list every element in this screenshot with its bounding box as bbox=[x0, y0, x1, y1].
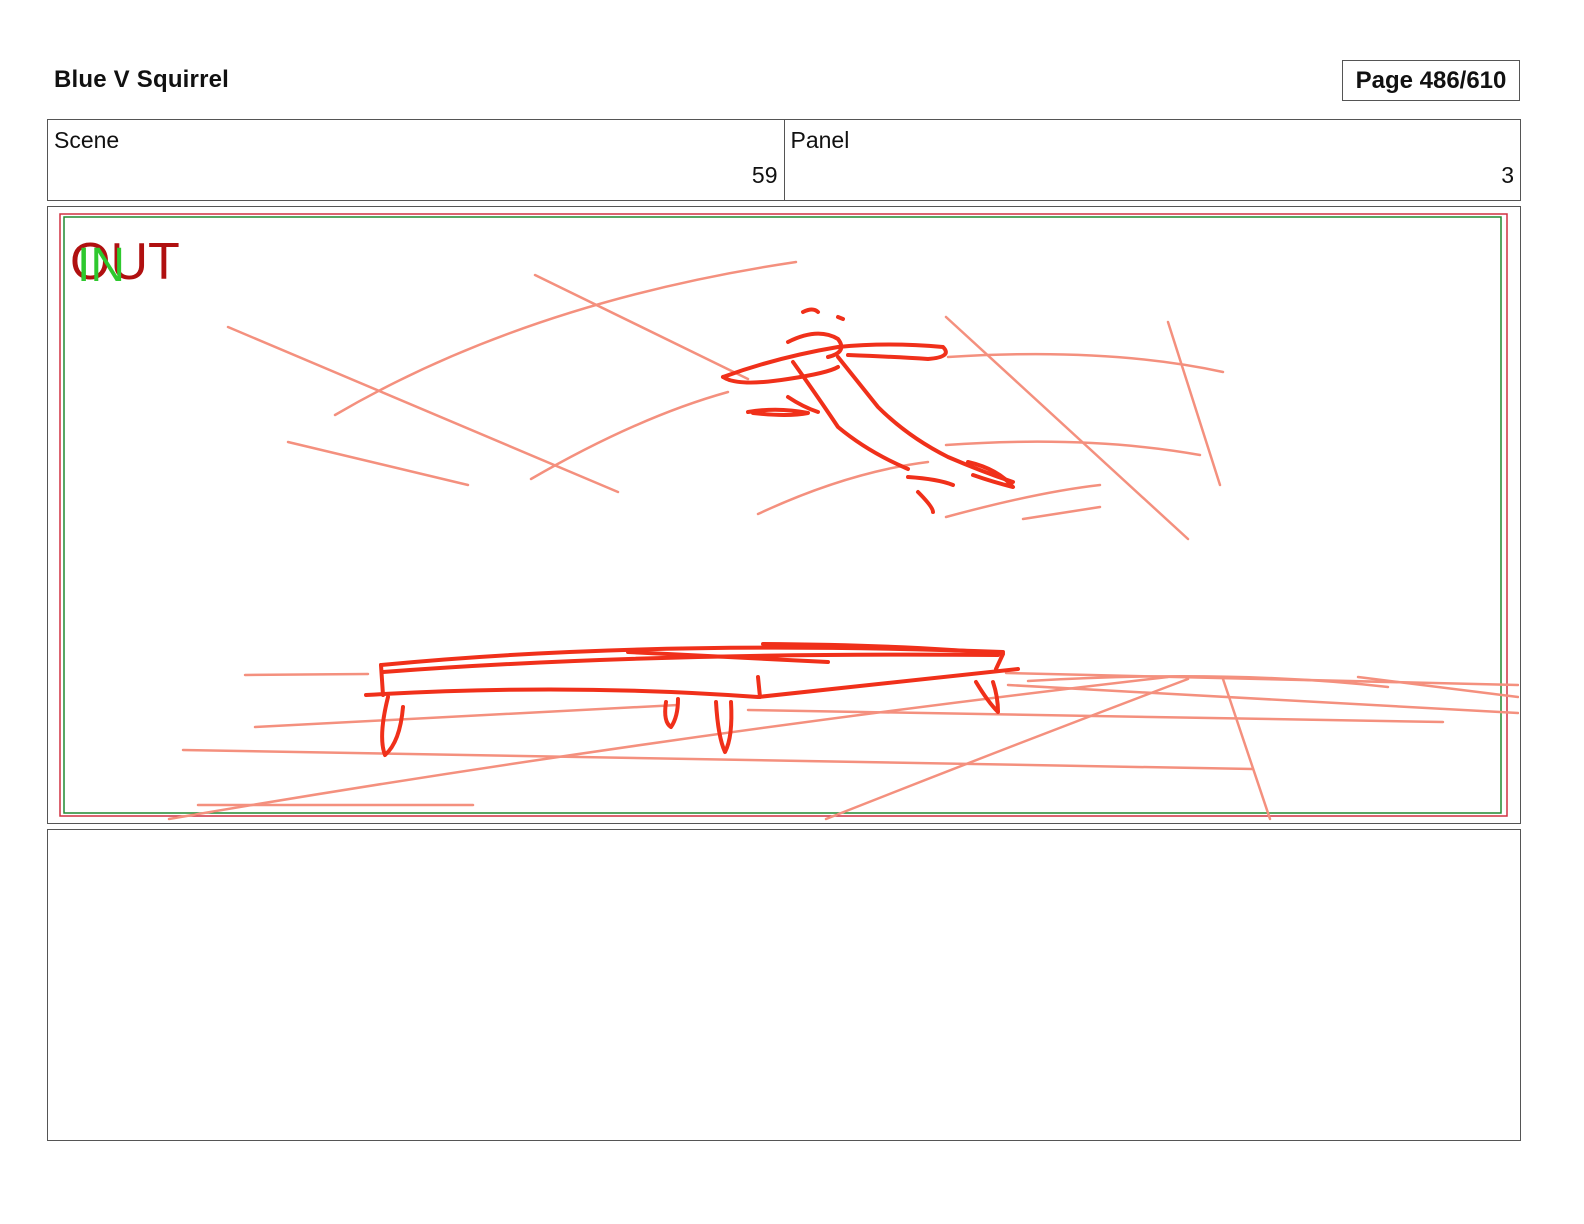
panel-number: 3 bbox=[1501, 162, 1514, 188]
in-marker: IN bbox=[77, 239, 125, 292]
scene-number: 59 bbox=[751, 162, 778, 188]
document-title: Blue V Squirrel bbox=[54, 66, 230, 93]
storyboard-sketch: OUT IN bbox=[59, 213, 1519, 821]
page-number-badge: Page 486/610 bbox=[1342, 60, 1520, 101]
character-and-table-sketch bbox=[364, 307, 1020, 757]
scene-label: Scene bbox=[54, 127, 120, 153]
panel-cell: Panel 3 bbox=[783, 120, 1521, 200]
scene-panel-info-row: Scene 59 Panel 3 bbox=[47, 119, 1521, 201]
panel-notes-box bbox=[47, 829, 1521, 1141]
scene-cell: Scene 59 bbox=[48, 120, 784, 200]
panel-label: Panel bbox=[790, 127, 850, 153]
storyboard-panel: OUT IN bbox=[47, 206, 1521, 824]
title-safe-frame-green bbox=[63, 216, 1502, 814]
